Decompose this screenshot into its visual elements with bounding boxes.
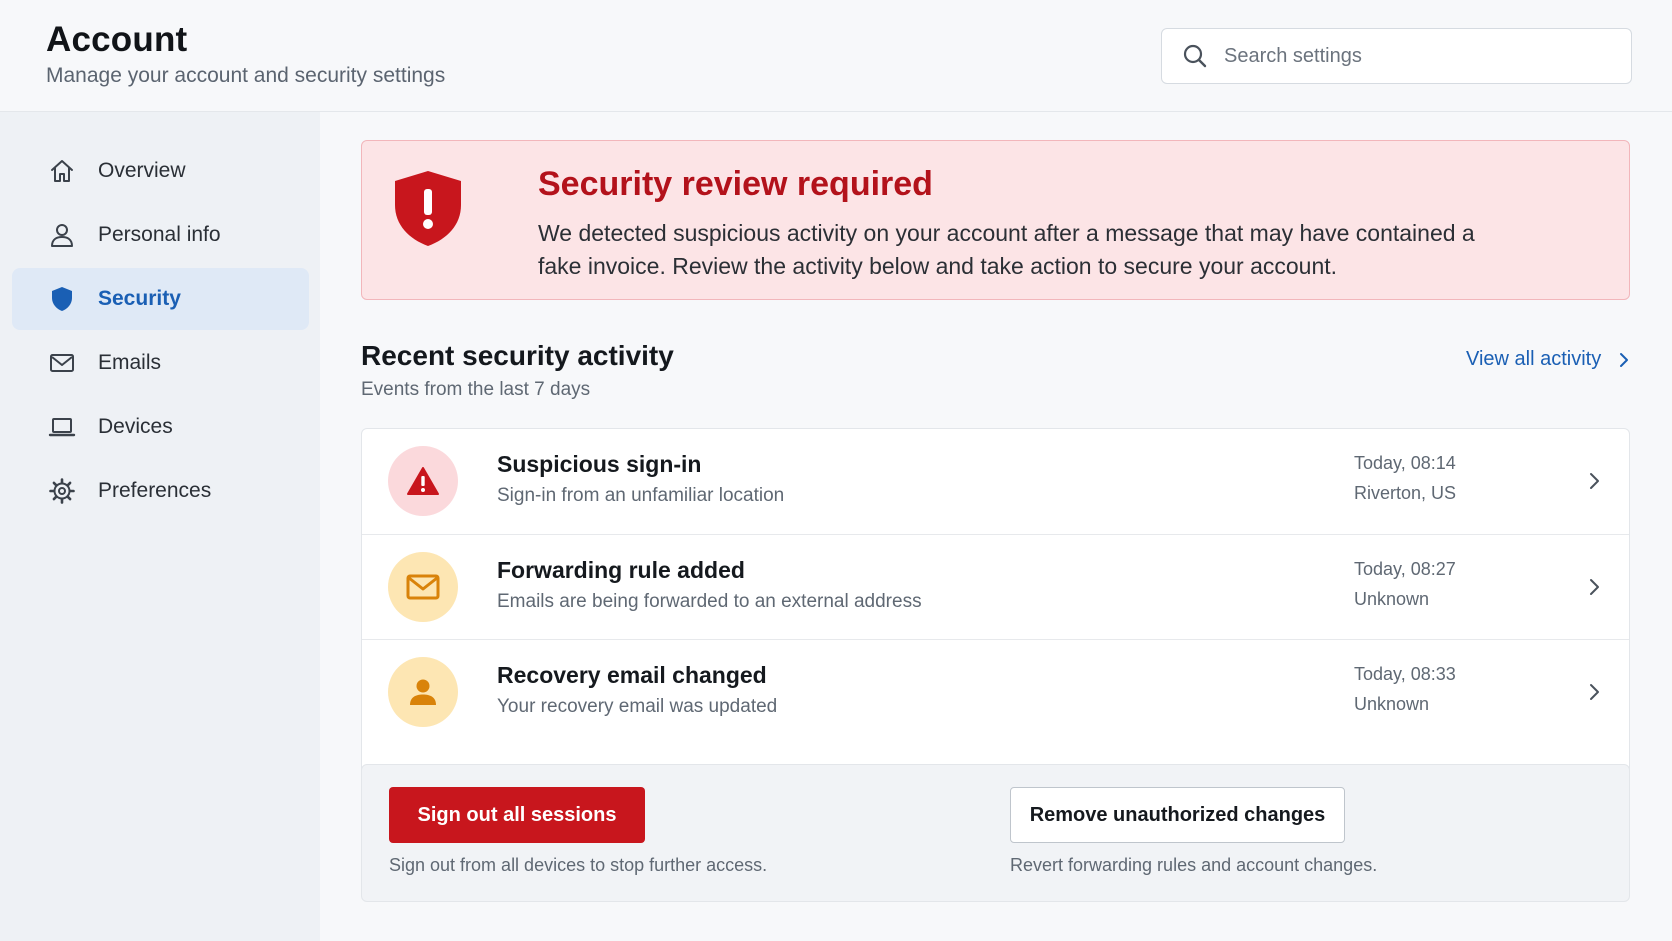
- activity-section-subtitle: Events from the last 7 days: [361, 379, 591, 400]
- person-badge: [388, 657, 458, 727]
- laptop-icon: [48, 413, 76, 441]
- warning-icon: [406, 466, 440, 496]
- chevron-right-icon: [1584, 470, 1604, 492]
- activity-title: Suspicious sign-in: [497, 451, 702, 477]
- view-all-label: View all activity: [1466, 348, 1602, 370]
- mail-icon: [406, 574, 440, 600]
- page-header: Account Manage your account and security…: [0, 0, 1672, 112]
- page-subtitle: Manage your account and security setting…: [46, 64, 446, 87]
- chevron-right-icon: [1584, 576, 1604, 598]
- shield-icon: [48, 285, 76, 313]
- warning-badge: [388, 446, 458, 516]
- actions-panel: Sign out all sessions Sign out from all …: [361, 764, 1630, 902]
- home-icon: [48, 157, 76, 185]
- user-icon: [48, 221, 76, 249]
- activity-title: Forwarding rule added: [497, 557, 745, 583]
- activity-description: Your recovery email was updated: [497, 696, 778, 717]
- search-icon: [1182, 43, 1208, 69]
- activity-time: Today, 08:27: [1354, 559, 1456, 579]
- mail-badge: [388, 552, 458, 622]
- page-title: Account: [46, 20, 188, 59]
- activity-description: Sign-in from an unfamiliar location: [497, 485, 785, 506]
- activity-title: Recovery email changed: [497, 662, 767, 688]
- chevron-right-icon: [1615, 351, 1633, 369]
- activity-location: Unknown: [1354, 589, 1430, 609]
- activity-section-title: Recent security activity: [361, 340, 674, 371]
- remove-changes-note: Revert forwarding rules and account chan…: [1010, 855, 1378, 875]
- chevron-right-icon: [1584, 681, 1604, 703]
- sidebar-item-label: Devices: [98, 415, 173, 438]
- search-box[interactable]: [1161, 28, 1632, 84]
- sidebar-item-security[interactable]: Security: [12, 268, 309, 330]
- sidebar-item-personal-info[interactable]: Personal info: [12, 204, 309, 266]
- alert-title: Security review required: [538, 165, 933, 203]
- activity-location: Riverton, US: [1354, 483, 1457, 503]
- alert-body: We detected suspicious activity on your …: [538, 220, 1475, 279]
- activity-time: Today, 08:33: [1354, 664, 1456, 684]
- activity-location: Unknown: [1354, 694, 1430, 714]
- activity-description: Emails are being forwarded to an externa…: [497, 591, 922, 612]
- activity-time: Today, 08:14: [1354, 453, 1456, 473]
- sidebar-item-label: Security: [98, 287, 181, 310]
- remove-unauthorized-changes-button[interactable]: Remove unauthorized changes: [1010, 787, 1345, 843]
- search-input[interactable]: [1224, 44, 1604, 68]
- sidebar-item-label: Overview: [98, 159, 186, 182]
- sidebar-item-devices[interactable]: Devices: [12, 396, 309, 458]
- main-content: Security review required We detected sus…: [320, 112, 1672, 941]
- sign-out-all-sessions-button[interactable]: Sign out all sessions: [389, 787, 645, 843]
- view-all-activity-link[interactable]: View all activity: [1466, 348, 1633, 371]
- activity-row-forwarding-rule[interactable]: Forwarding rule added Emails are being f…: [362, 534, 1629, 639]
- sidebar-item-label: Emails: [98, 351, 162, 374]
- security-alert-banner: Security review required We detected sus…: [361, 140, 1630, 300]
- gear-icon: [48, 477, 76, 505]
- sidebar-item-emails[interactable]: Emails: [12, 332, 309, 394]
- sidebar-item-label: Preferences: [98, 479, 212, 502]
- activity-row-suspicious-sign-in[interactable]: Suspicious sign-in Sign-in from an unfam…: [362, 429, 1629, 534]
- mail-icon: [48, 349, 76, 377]
- sidebar-item-label: Personal info: [98, 223, 221, 246]
- sidebar-item-overview[interactable]: Overview: [12, 140, 309, 202]
- sign-out-note: Sign out from all devices to stop furthe…: [389, 855, 768, 875]
- sidebar-item-preferences[interactable]: Preferences: [12, 460, 309, 522]
- sidebar: Overview Personal info Security Emails D…: [0, 112, 320, 941]
- shield-alert-icon: [392, 169, 464, 249]
- person-icon: [407, 676, 439, 708]
- activity-row-recovery-email[interactable]: Recovery email changed Your recovery ema…: [362, 639, 1629, 744]
